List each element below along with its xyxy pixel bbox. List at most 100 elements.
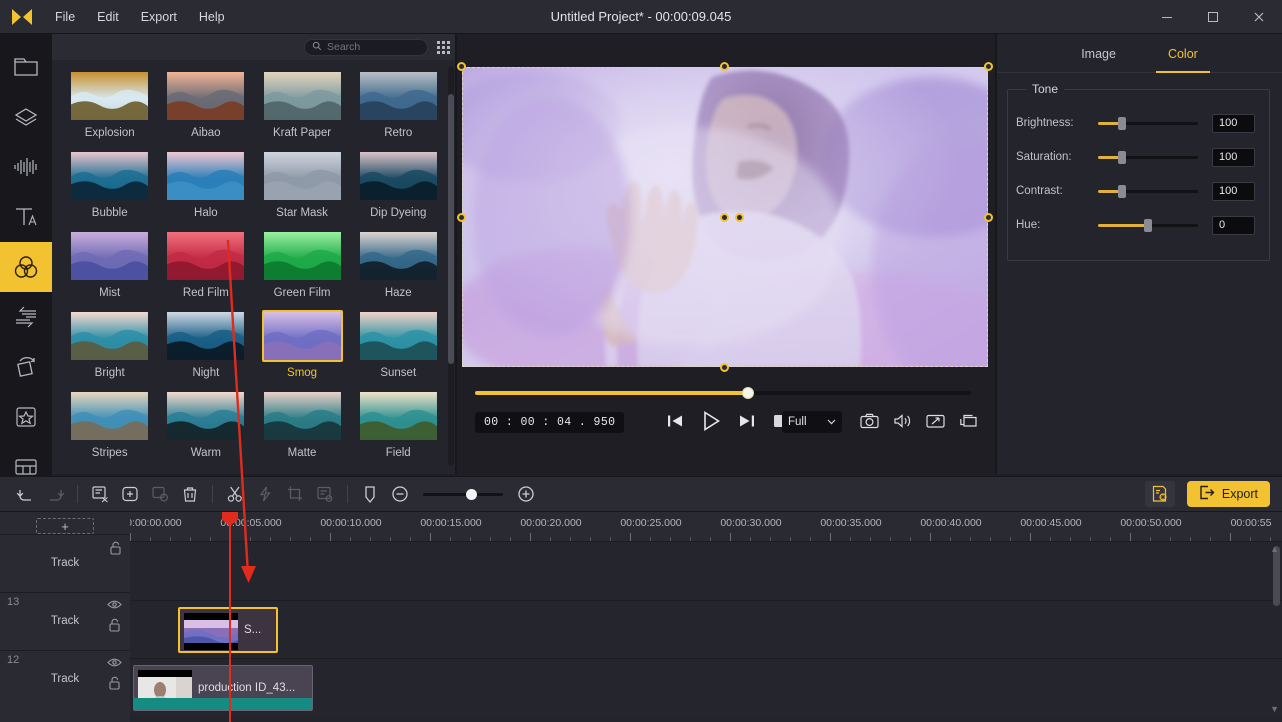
filter-item-bright[interactable]: Bright: [63, 310, 156, 379]
snapshot-button[interactable]: [860, 413, 879, 432]
slider-value[interactable]: 100: [1212, 113, 1255, 133]
slider-value[interactable]: 100: [1212, 181, 1255, 201]
filter-grid-scroll[interactable]: Explosion Aibao Kraft Paper Retro Bubble Halo…: [52, 60, 456, 474]
sidebar-item-text[interactable]: [0, 192, 52, 242]
resize-handle-tl[interactable]: [457, 62, 466, 71]
slider-value[interactable]: 0: [1212, 215, 1255, 235]
track-header[interactable]: 12 Track: [0, 650, 130, 708]
filter-item-mist[interactable]: Mist: [63, 230, 156, 299]
maximize-button[interactable]: [1190, 0, 1236, 34]
timeline-tracks[interactable]: S... production ID_43...: [130, 542, 1282, 722]
sidebar-item-transitions[interactable]: [0, 292, 52, 342]
filter-item-aibao[interactable]: Aibao: [159, 70, 252, 139]
undo-button[interactable]: [10, 480, 40, 508]
zoom-in-icon[interactable]: [511, 480, 541, 508]
timeline-zoom-slider[interactable]: [423, 488, 503, 500]
anchor-handle[interactable]: [735, 213, 744, 222]
sidebar-item-audio[interactable]: [0, 142, 52, 192]
zoom-out-icon[interactable]: [385, 480, 415, 508]
timeline-zoom-handle[interactable]: [466, 488, 477, 500]
cut-button[interactable]: [220, 480, 250, 508]
crop-button[interactable]: [280, 480, 310, 508]
filter-item-matte[interactable]: Matte: [256, 390, 349, 459]
sidebar-item-favorites[interactable]: [0, 392, 52, 442]
filter-item-bubble[interactable]: Bubble: [63, 150, 156, 219]
slider-track[interactable]: [1098, 150, 1198, 164]
seek-bar-handle[interactable]: [741, 387, 754, 399]
timeline-clip-filter[interactable]: S...: [178, 607, 278, 653]
add-track-button[interactable]: +: [36, 518, 94, 534]
resize-handle-ml[interactable]: [457, 213, 466, 222]
slider-track[interactable]: [1098, 218, 1198, 232]
marker-button[interactable]: [355, 480, 385, 508]
unlock-icon[interactable]: [108, 676, 121, 693]
previous-frame-button[interactable]: [666, 413, 684, 432]
unlock-icon[interactable]: [109, 541, 122, 558]
filter-item-warm[interactable]: Warm: [159, 390, 252, 459]
filter-item-smog[interactable]: Smog: [256, 310, 349, 379]
menu-file[interactable]: File: [44, 0, 86, 34]
duplicate-clip-button[interactable]: [145, 480, 175, 508]
next-frame-button[interactable]: [738, 413, 756, 432]
play-button[interactable]: [700, 410, 722, 435]
filter-item-stripes[interactable]: Stripes: [63, 390, 156, 459]
rotate-handle[interactable]: [720, 213, 729, 222]
track-header[interactable]: 13 Track: [0, 592, 130, 650]
menu-edit[interactable]: Edit: [86, 0, 130, 34]
track-lane-12[interactable]: production ID_43...: [130, 658, 1282, 716]
track-lane-13[interactable]: S...: [130, 600, 1282, 658]
sidebar-item-motion[interactable]: [0, 342, 52, 392]
filter-item-haze[interactable]: Haze: [352, 230, 445, 299]
seek-bar[interactable]: [475, 387, 971, 399]
scroll-down-icon[interactable]: ▼: [1270, 704, 1279, 714]
slider-value[interactable]: 100: [1212, 147, 1255, 167]
filter-item-field[interactable]: Field: [352, 390, 445, 459]
search-input[interactable]: [327, 41, 419, 53]
export-button[interactable]: Export: [1186, 481, 1270, 507]
filter-item-halo[interactable]: Halo: [159, 150, 252, 219]
redo-button[interactable]: [40, 480, 70, 508]
timeline-scrollbar[interactable]: [1273, 546, 1280, 606]
volume-button[interactable]: [893, 413, 912, 432]
slider-handle[interactable]: [1118, 150, 1126, 164]
add-clip-button[interactable]: [115, 480, 145, 508]
scroll-up-icon[interactable]: ▲: [1270, 544, 1279, 554]
slider-handle[interactable]: [1118, 184, 1126, 198]
filter-item-star-mask[interactable]: Star Mask: [256, 150, 349, 219]
grid-view-icon[interactable]: [434, 38, 452, 56]
filter-item-red-film[interactable]: Red Film: [159, 230, 252, 299]
resize-handle-tc[interactable]: [720, 62, 729, 71]
slider-track[interactable]: [1098, 116, 1198, 130]
minimize-button[interactable]: [1144, 0, 1190, 34]
filter-item-green-film[interactable]: Green Film: [256, 230, 349, 299]
video-preview[interactable]: [457, 62, 993, 372]
split-clip-button[interactable]: [85, 480, 115, 508]
resize-handle-mr[interactable]: [984, 213, 993, 222]
menu-export[interactable]: Export: [130, 0, 188, 34]
render-preview-icon[interactable]: [1144, 481, 1175, 507]
tab-color[interactable]: Color: [1155, 34, 1210, 73]
sidebar-item-stickers[interactable]: [0, 92, 52, 142]
filter-item-kraft-paper[interactable]: Kraft Paper: [256, 70, 349, 139]
mosaic-button[interactable]: [310, 480, 340, 508]
filter-item-night[interactable]: Night: [159, 310, 252, 379]
quality-dropdown[interactable]: Full: [782, 411, 842, 433]
unlock-icon[interactable]: [108, 618, 121, 635]
slider-handle[interactable]: [1118, 116, 1126, 130]
slider-track[interactable]: [1098, 184, 1198, 198]
eye-icon[interactable]: [107, 599, 122, 613]
resize-handle-tr[interactable]: [984, 62, 993, 71]
filter-item-retro[interactable]: Retro: [352, 70, 445, 139]
speed-button[interactable]: [250, 480, 280, 508]
library-scrollbar[interactable]: [448, 66, 454, 466]
track-header[interactable]: Track: [0, 534, 130, 592]
menu-help[interactable]: Help: [188, 0, 236, 34]
close-button[interactable]: [1236, 0, 1282, 34]
track-lane-top[interactable]: [130, 542, 1282, 600]
tab-image[interactable]: Image: [1077, 34, 1120, 73]
sidebar-item-media[interactable]: [0, 42, 52, 92]
sidebar-item-filters[interactable]: [0, 242, 52, 292]
filter-item-dip-dyeing[interactable]: Dip Dyeing: [352, 150, 445, 219]
search-box[interactable]: [304, 38, 428, 56]
timeline-clip-video[interactable]: production ID_43...: [133, 665, 313, 711]
